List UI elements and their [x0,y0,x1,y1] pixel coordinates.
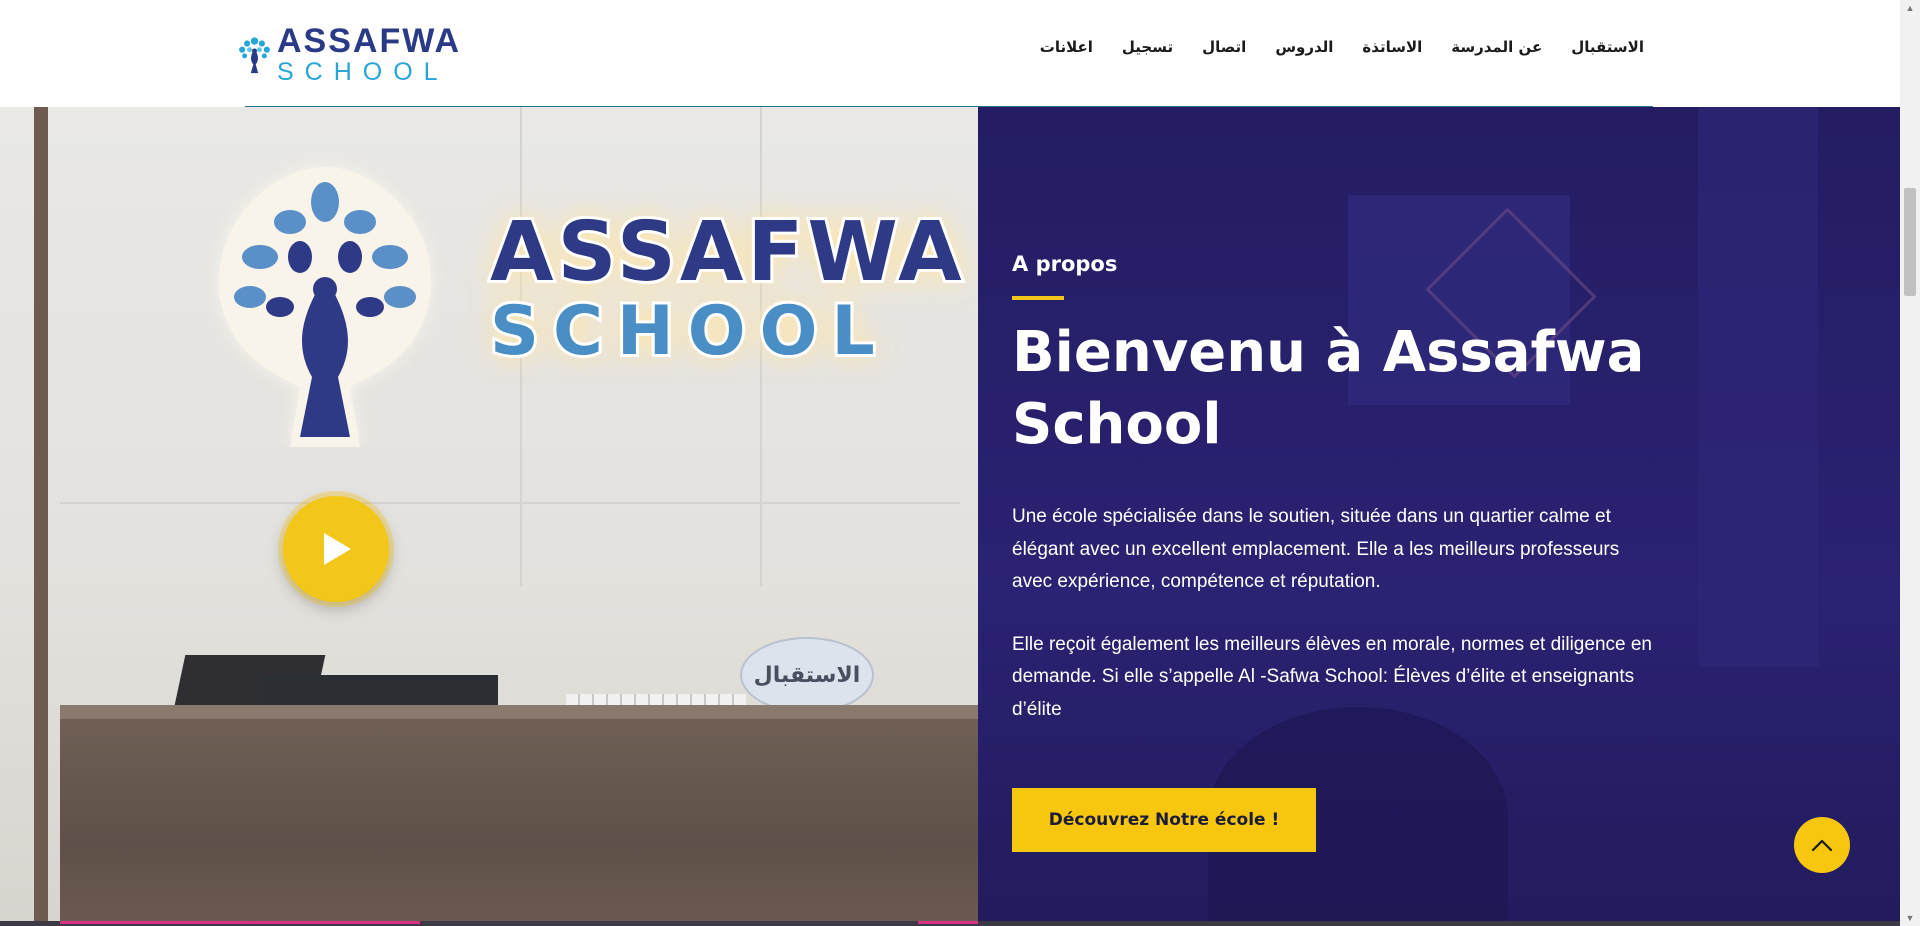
site-header: ASSAFWA SCHOOL الاستقبال عن المدرسة الاس… [0,0,1900,107]
play-video-button[interactable] [283,496,389,602]
page-title: Bienvenu à Assafwa School [1012,320,1645,457]
sign-word-assafwa: ASSAFWA [487,205,966,300]
section-kicker: A propos [1012,252,1118,276]
nav-item-contact[interactable]: اتصال [1202,38,1246,56]
logo-word-school: SCHOOL [277,57,449,86]
sign-word-school: SCHOOL [487,292,889,371]
door-frame [34,107,48,926]
logo-word-assafwa: ASSAFWA [277,21,461,60]
page-scrollbar[interactable]: ▲ ▼ [1900,0,1920,926]
nav-item-lessons[interactable]: الدروس [1275,38,1333,56]
main-nav: الاستقبال عن المدرسة الاساتذة الدروس اتص… [1040,38,1644,56]
about-paragraph-2: Elle reçoit également les meilleurs élèv… [1012,633,1652,720]
chevron-up-icon [1811,839,1833,852]
nav-item-about-school[interactable]: عن المدرسة [1451,38,1542,56]
nav-item-home[interactable]: الاستقبال [1571,38,1644,56]
scroll-down-arrow-icon[interactable]: ▼ [1900,910,1920,926]
about-paragraph-1: Une école spécialisée dans le soutien, s… [1012,506,1620,592]
about-content: A propos Bienvenu à Assafwa School Une é… [1012,252,1662,726]
bottom-accent-bar [60,921,420,924]
reception-desk-plaque: الاستقبال [740,637,874,713]
nav-item-announcements[interactable]: اعلانات [1040,38,1093,56]
site-logo[interactable]: ASSAFWA SCHOOL [236,18,461,90]
reception-desk-top [60,705,978,719]
computer-monitor [258,675,498,707]
sign-tree-icon [218,167,432,447]
header-divider [245,106,1653,107]
back-to-top-button[interactable] [1794,817,1850,873]
discover-school-button[interactable]: Découvrez Notre école ! [1012,788,1316,852]
reception-sign: ASSAFWA SCHOOL [487,205,966,371]
kicker-underline [1012,296,1064,300]
tree-logo-icon [239,37,270,74]
nav-item-teachers[interactable]: الاساتذة [1362,38,1422,56]
wall-panel-line [60,502,960,504]
scroll-up-arrow-icon[interactable]: ▲ [1900,0,1920,16]
background-column [1698,107,1818,667]
play-icon [324,533,351,565]
reception-desk [60,719,978,926]
scrollbar-thumb[interactable] [1904,188,1916,296]
reception-photo: ASSAFWA SCHOOL الاستقبال [0,107,978,926]
nav-item-registration[interactable]: تسجيل [1122,38,1173,56]
bottom-accent-bar [918,921,978,924]
desk-plaque-text: الاستقبال [753,662,861,688]
